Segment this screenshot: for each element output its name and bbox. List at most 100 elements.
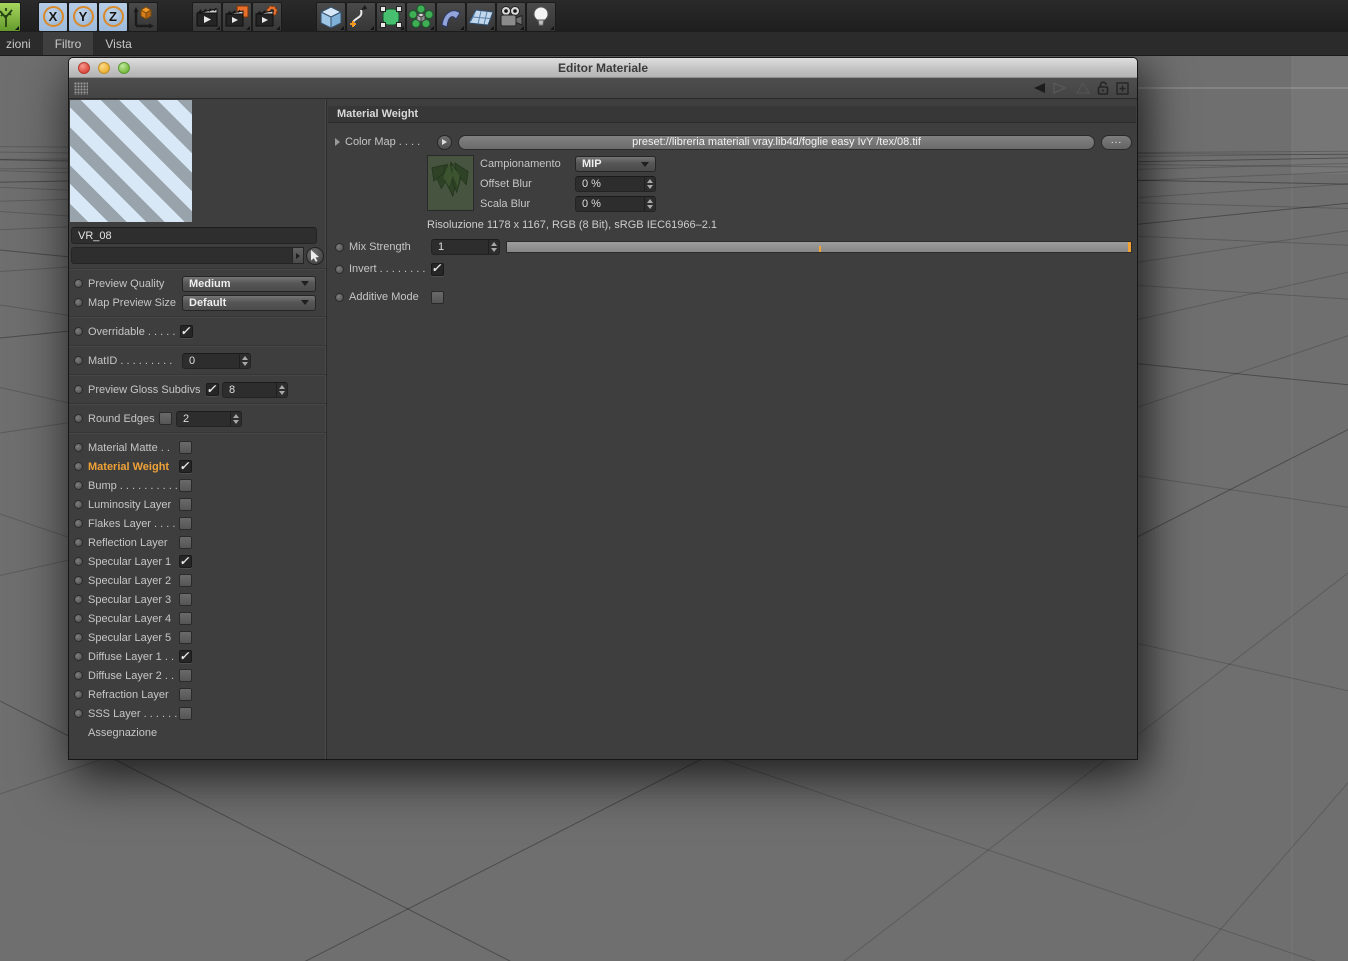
channel-row[interactable]: Refraction Layer — [69, 685, 326, 704]
param-dot[interactable] — [74, 633, 83, 642]
param-dot[interactable] — [74, 414, 83, 423]
browse-button[interactable]: ... — [1101, 134, 1132, 150]
sampling-select[interactable]: MIP — [575, 156, 656, 172]
scale-blur-input[interactable]: 0 % — [575, 196, 656, 212]
spinner-icon[interactable] — [644, 197, 655, 211]
additive-mode-checkbox[interactable] — [431, 290, 444, 304]
channel-row[interactable]: Reflection Layer — [69, 533, 326, 552]
channel-checkbox[interactable] — [179, 536, 192, 549]
menu-item-partial[interactable]: zioni — [0, 32, 43, 55]
render-picture-viewer-button[interactable] — [222, 1, 252, 32]
channel-row[interactable]: Specular Layer 2 — [69, 571, 326, 590]
param-dot[interactable] — [74, 614, 83, 623]
channel-checkbox[interactable] — [179, 688, 192, 701]
param-dot[interactable] — [74, 690, 83, 699]
channel-row[interactable]: Specular Layer 4 — [69, 609, 326, 628]
param-dot[interactable] — [74, 327, 83, 336]
channel-row[interactable]: Bump . . . . . . . . . . — [69, 476, 326, 495]
node-editor-button[interactable] — [306, 246, 324, 265]
texture-thumbnail[interactable] — [427, 155, 474, 211]
window-titlebar[interactable]: Editor Materiale — [69, 58, 1137, 78]
param-dot[interactable] — [74, 298, 83, 307]
param-dot[interactable] — [74, 462, 83, 471]
texture-path-field[interactable]: preset://libreria materiali vray.lib4d/f… — [458, 134, 1095, 150]
channel-row[interactable]: Material Weight — [69, 457, 326, 476]
render-settings-button[interactable] — [252, 1, 282, 32]
light-button[interactable] — [526, 1, 556, 32]
offset-blur-input[interactable]: 0 % — [575, 176, 656, 192]
shader-menu-button[interactable] — [437, 134, 452, 150]
slider-handle[interactable] — [1128, 242, 1131, 252]
channel-checkbox[interactable] — [179, 707, 192, 720]
forward-arrow-icon[interactable] — [1053, 82, 1069, 94]
spinner-icon[interactable] — [644, 177, 655, 191]
channel-checkbox[interactable] — [179, 479, 192, 492]
lock-icon[interactable] — [1097, 81, 1109, 95]
material-name-field[interactable]: VR_08 — [71, 227, 317, 244]
channel-checkbox[interactable] — [179, 517, 192, 530]
add-panel-icon[interactable] — [1116, 81, 1129, 95]
expander-triangle-icon[interactable] — [335, 138, 340, 146]
param-dot[interactable] — [74, 385, 83, 394]
tree-icon[interactable] — [0, 1, 21, 32]
param-dot[interactable] — [74, 279, 83, 288]
drag-grip-icon[interactable] — [74, 81, 88, 95]
channel-row[interactable]: Material Matte . . — [69, 438, 326, 457]
channel-checkbox[interactable] — [179, 631, 192, 644]
channel-row[interactable]: Flakes Layer . . . . — [69, 514, 326, 533]
render-view-button[interactable] — [192, 1, 222, 32]
matid-input[interactable]: 0 — [182, 352, 251, 369]
environment-button[interactable] — [466, 1, 496, 32]
material-search-field[interactable] — [71, 247, 293, 264]
round-edges-checkbox[interactable] — [159, 412, 172, 425]
map-preview-size-select[interactable]: Default — [182, 294, 316, 311]
channel-row[interactable]: Specular Layer 3 — [69, 590, 326, 609]
back-arrow-icon[interactable] — [1030, 82, 1046, 94]
param-dot[interactable] — [74, 671, 83, 680]
channel-checkbox[interactable] — [179, 650, 192, 663]
channel-checkbox[interactable] — [179, 612, 192, 625]
mix-strength-slider[interactable] — [506, 241, 1132, 253]
param-dot[interactable] — [74, 519, 83, 528]
preview-quality-select[interactable]: Medium — [182, 275, 316, 292]
subdivision-surface-button[interactable] — [376, 1, 406, 32]
param-dot[interactable] — [74, 709, 83, 718]
preview-gloss-subdivs-input[interactable]: 8 — [222, 381, 288, 398]
channel-row[interactable]: Specular Layer 1 — [69, 552, 326, 571]
menu-item-vista[interactable]: Vista — [93, 32, 143, 55]
channel-checkbox[interactable] — [179, 441, 192, 454]
y-axis-lock-button[interactable]: Y — [68, 1, 98, 32]
param-dot[interactable] — [74, 481, 83, 490]
channel-row[interactable]: Luminosity Layer — [69, 495, 326, 514]
cube-primitive-button[interactable] — [316, 1, 346, 32]
param-dot[interactable] — [335, 264, 344, 274]
param-dot[interactable] — [335, 292, 344, 302]
invert-checkbox[interactable] — [431, 262, 444, 276]
param-dot[interactable] — [74, 356, 83, 365]
channel-row[interactable]: Diffuse Layer 2 . . — [69, 666, 326, 685]
channel-row[interactable]: Diffuse Layer 1 . . — [69, 647, 326, 666]
channel-checkbox[interactable] — [179, 593, 192, 606]
param-dot[interactable] — [74, 538, 83, 547]
x-axis-lock-button[interactable]: X — [38, 1, 68, 32]
param-dot[interactable] — [74, 500, 83, 509]
menu-item-filtro[interactable]: Filtro — [42, 32, 94, 55]
spinner-icon[interactable] — [239, 353, 250, 368]
preview-gloss-subdivs-checkbox[interactable] — [206, 383, 219, 396]
param-dot[interactable] — [74, 576, 83, 585]
channel-checkbox[interactable] — [179, 460, 192, 473]
deformer-button[interactable] — [436, 1, 466, 32]
material-preview-swatch[interactable] — [70, 100, 192, 222]
field-flyout-icon[interactable] — [293, 247, 304, 264]
round-edges-input[interactable]: 2 — [176, 410, 242, 427]
spinner-icon[interactable] — [488, 240, 499, 254]
channel-checkbox[interactable] — [179, 669, 192, 682]
z-axis-lock-button[interactable]: Z — [98, 1, 128, 32]
channel-checkbox[interactable] — [179, 555, 192, 568]
generators-button[interactable] — [406, 1, 436, 32]
assignment-tab[interactable]: Assegnazione — [69, 723, 326, 742]
coordinate-system-button[interactable] — [128, 1, 158, 32]
param-dot[interactable] — [74, 557, 83, 566]
param-dot[interactable] — [74, 443, 83, 452]
camera-button[interactable] — [496, 1, 526, 32]
